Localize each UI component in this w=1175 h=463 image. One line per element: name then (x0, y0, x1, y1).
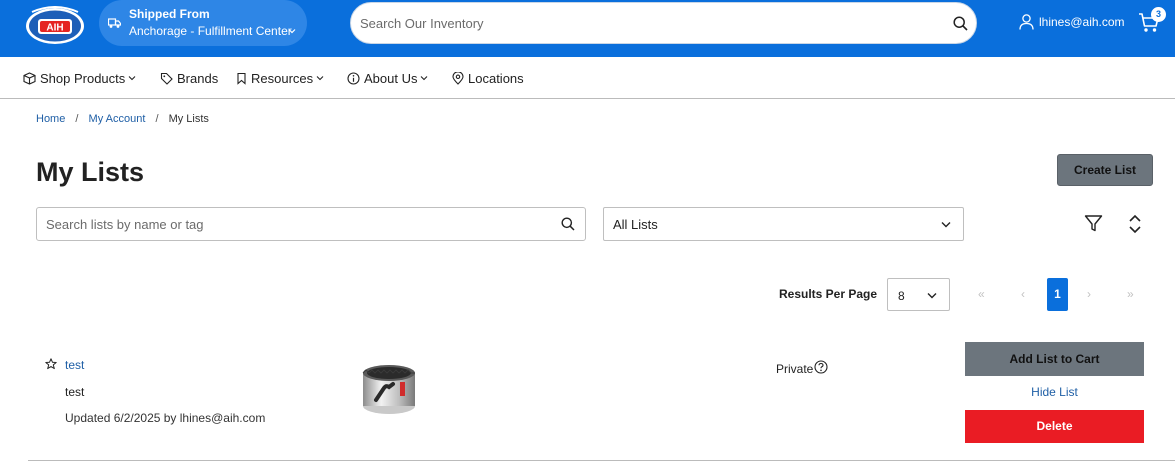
bookmark-icon (237, 72, 246, 85)
nav-resources[interactable]: Resources (236, 69, 324, 87)
list-privacy-label: Private (776, 362, 814, 376)
results-per-page-label: Results Per Page (779, 287, 878, 301)
nav-brands-label: Brands (177, 70, 219, 86)
cart-count-badge: 3 (1151, 7, 1166, 22)
list-product-thumbnail (362, 365, 415, 414)
pagination-page-current[interactable]: 1 (1047, 278, 1068, 311)
nav-locations-label: Locations (468, 70, 524, 86)
nav-shop-products-label: Shop Products (40, 70, 126, 86)
shipped-from-location: Anchorage - Fulfillment Center (129, 24, 292, 38)
list-name-link[interactable]: test (65, 358, 84, 372)
breadcrumb-current: My Lists (168, 113, 209, 125)
chevron-down-icon (927, 293, 937, 299)
shipped-from-label: Shipped From (129, 7, 210, 21)
main-nav: Shop Products Brands Resources About Us … (0, 57, 1175, 99)
page-title: My Lists (36, 157, 145, 187)
create-list-button[interactable]: Create List (1057, 154, 1153, 186)
results-per-page-value: 8 (898, 289, 905, 303)
pagination-last[interactable]: » (1127, 287, 1134, 301)
divider (28, 460, 1175, 461)
search-icon[interactable] (953, 16, 968, 31)
nav-brands[interactable]: Brands (160, 69, 218, 87)
list-privacy: Private (776, 360, 828, 376)
star-icon[interactable] (45, 358, 57, 370)
breadcrumb: Home / My Account / My Lists (36, 113, 209, 125)
list-search-input[interactable] (46, 208, 546, 240)
nav-about-us[interactable]: About Us (347, 69, 428, 87)
nav-locations[interactable]: Locations (452, 69, 524, 87)
tag-icon (160, 72, 173, 85)
inventory-search (350, 2, 977, 44)
nav-about-us-label: About Us (364, 70, 418, 86)
list-updated-info: Updated 6/2/2025 by lhines@aih.com (65, 411, 266, 425)
nav-resources-label: Resources (251, 70, 314, 86)
chevron-down-icon (316, 76, 324, 81)
user-icon (1019, 14, 1034, 30)
breadcrumb-home[interactable]: Home (36, 113, 65, 125)
chevron-down-icon (128, 76, 136, 81)
chevron-down-icon (288, 29, 296, 34)
list-description: test (65, 385, 85, 399)
list-filter-value: All Lists (613, 217, 658, 232)
list-filter-select[interactable]: All Lists (603, 207, 964, 241)
pagination-prev[interactable]: ‹ (1021, 287, 1025, 301)
delete-list-button[interactable]: Delete (965, 410, 1144, 443)
company-logo[interactable]: AIH (24, 6, 86, 46)
box-icon (23, 71, 36, 85)
sort-icon[interactable] (1128, 214, 1142, 234)
pagination-next[interactable]: › (1087, 287, 1091, 301)
filter-icon[interactable] (1084, 214, 1103, 233)
add-list-to-cart-button[interactable]: Add List to Cart (965, 342, 1144, 376)
truck-icon (108, 18, 121, 28)
location-pin-icon (452, 71, 464, 85)
breadcrumb-my-account[interactable]: My Account (89, 113, 146, 125)
user-email: lhines@aih.com (1039, 15, 1125, 29)
breadcrumb-separator: / (155, 113, 159, 125)
breadcrumb-separator: / (75, 113, 79, 125)
top-header: AIH Shipped From Anchorage - Fulfillment… (0, 0, 1175, 57)
hide-list-link[interactable]: Hide List (965, 385, 1144, 399)
search-icon[interactable] (561, 217, 575, 231)
svg-text:AIH: AIH (46, 23, 63, 34)
results-per-page-select[interactable]: 8 (887, 278, 950, 311)
inventory-search-input[interactable] (360, 3, 940, 43)
shipped-from-selector[interactable]: Shipped From Anchorage - Fulfillment Cen… (99, 0, 307, 46)
nav-shop-products[interactable]: Shop Products (23, 69, 136, 87)
pagination-first[interactable]: « (978, 287, 985, 301)
info-icon (347, 71, 360, 85)
chevron-down-icon (941, 222, 951, 228)
chevron-down-icon (421, 76, 428, 81)
help-icon[interactable] (814, 360, 828, 374)
list-search (36, 207, 586, 241)
